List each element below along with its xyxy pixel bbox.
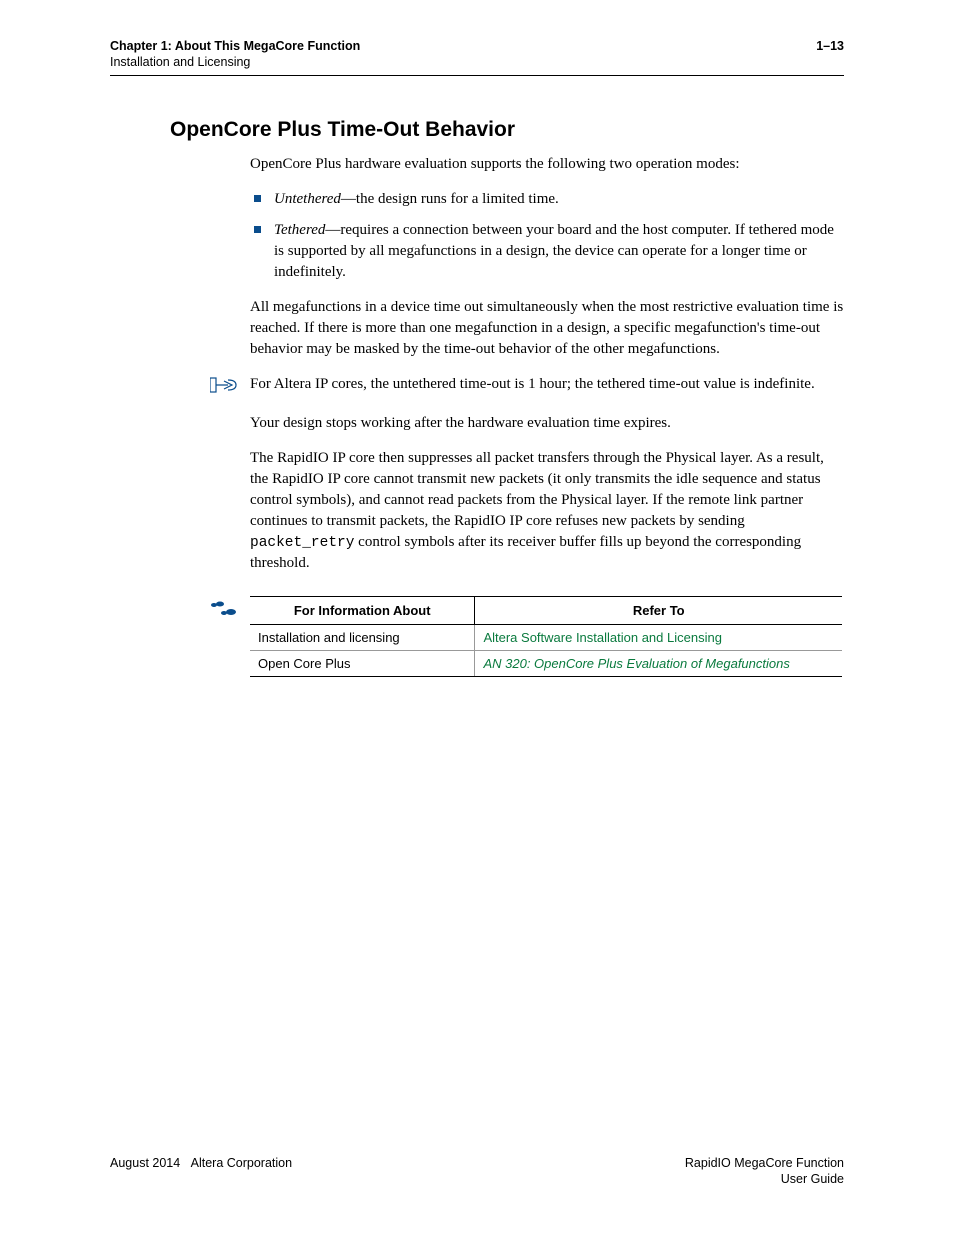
footer-doc-subtitle: User Guide [685,1171,844,1187]
body-paragraph: The RapidIO IP core then suppresses all … [250,448,844,574]
table-cell: Open Core Plus [250,650,475,676]
table-header: Refer To [475,596,842,624]
list-term: Untethered [274,191,341,207]
table-cell: Installation and licensing [250,624,475,650]
table-row: Installation and licensing Altera Softwa… [250,624,842,650]
page-number: 1–13 [816,38,844,54]
list-term: Tethered [274,222,325,238]
reference-table: For Information About Refer To Installat… [250,596,842,677]
footer-doc-title: RapidIO MegaCore Function [685,1155,844,1171]
page-header: Chapter 1: About This MegaCore Function … [110,38,844,71]
body-paragraph: Your design stops working after the hard… [250,413,844,434]
body-paragraph: All megafunctions in a device time out s… [250,297,844,360]
footer-date: August 2014 [110,1156,180,1170]
mode-list: Untethered—the design runs for a limited… [250,189,844,283]
header-rule [110,75,844,76]
footer-corp: Altera Corporation [191,1156,292,1170]
list-text: —requires a connection between your boar… [274,222,834,280]
page-footer: August 2014 Altera Corporation RapidIO M… [110,1155,844,1188]
text-run: The RapidIO IP core then suppresses all … [250,450,824,529]
section-heading: OpenCore Plus Time-Out Behavior [170,118,844,142]
table-header: For Information About [250,596,475,624]
note-text: For Altera IP cores, the untethered time… [250,374,844,395]
note-hand-icon [170,374,250,399]
list-text: —the design runs for a limited time. [341,191,559,207]
list-item: Tethered—requires a connection between y… [250,220,844,283]
chapter-title: Chapter 1: About This MegaCore Function [110,38,360,54]
table-row: Open Core Plus AN 320: OpenCore Plus Eva… [250,650,842,676]
chapter-subtitle: Installation and Licensing [110,54,360,70]
intro-paragraph: OpenCore Plus hardware evaluation suppor… [250,154,844,175]
reference-link[interactable]: AN 320: OpenCore Plus Evaluation of Mega… [483,656,789,671]
list-item: Untethered—the design runs for a limited… [250,189,844,210]
footsteps-icon [170,596,250,623]
code-text: packet_retry [250,535,354,551]
reference-link[interactable]: Altera Software Installation and Licensi… [483,630,721,645]
